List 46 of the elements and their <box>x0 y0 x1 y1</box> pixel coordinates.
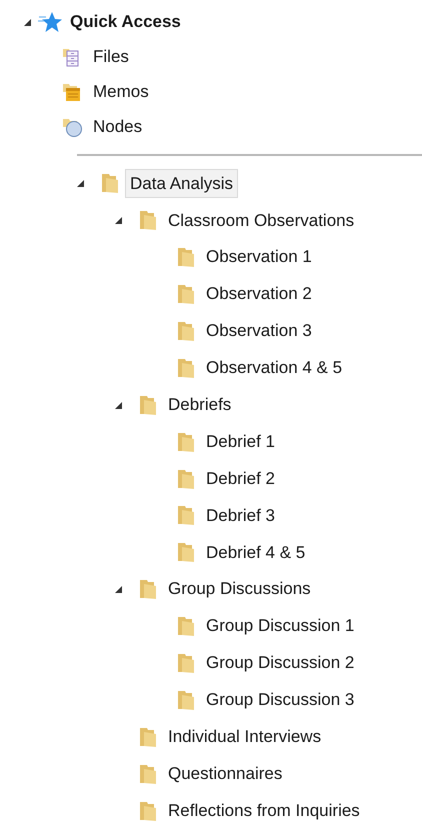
tree-item[interactable]: Classroom Observations <box>163 206 360 236</box>
expand-arrow-icon[interactable] <box>22 16 32 26</box>
folder-icon <box>139 726 157 748</box>
section-title[interactable]: Quick Access <box>70 8 181 34</box>
folder-icon <box>177 541 195 564</box>
folder-icon <box>101 172 119 194</box>
folder-icon <box>177 615 195 638</box>
folder-icon <box>177 283 195 306</box>
folder-icon <box>139 209 157 232</box>
star-icon <box>38 10 62 34</box>
tree-item[interactable]: Group Discussion 3 <box>201 685 360 715</box>
tree-item[interactable]: Debrief 1 <box>201 426 280 456</box>
folder-icon <box>177 468 195 490</box>
tree-item[interactable]: Reflections from Inquiries <box>163 796 365 826</box>
tree-item[interactable]: Individual Interviews <box>163 722 326 752</box>
tree-item[interactable]: Group Discussions <box>163 574 316 604</box>
folder-icon <box>177 504 195 526</box>
expand-arrow-icon[interactable] <box>113 400 123 410</box>
tree-item[interactable]: Debrief 2 <box>201 464 280 494</box>
tree-item[interactable]: Nodes <box>88 112 148 142</box>
tree-item[interactable]: Observation 3 <box>201 316 317 346</box>
folder-icon <box>177 652 195 674</box>
tree-item[interactable]: Group Discussion 1 <box>201 611 360 641</box>
tree-item[interactable]: Questionnaires <box>163 758 288 788</box>
expand-arrow-icon[interactable] <box>113 215 123 226</box>
folder-icon <box>139 394 157 416</box>
folder-icon <box>139 578 157 600</box>
tree-item[interactable]: Observation 4 & 5 <box>201 353 348 383</box>
tree-item[interactable]: Debriefs <box>163 390 236 420</box>
tree-item[interactable]: Debrief 3 <box>201 500 280 530</box>
tree-item[interactable]: Files <box>88 42 134 72</box>
folder-icon <box>177 246 195 268</box>
tree-item[interactable]: Group Discussion 2 <box>201 648 360 678</box>
expand-arrow-icon[interactable] <box>75 178 85 188</box>
folder-icon <box>177 430 195 453</box>
tree-item[interactable]: Memos <box>88 76 154 106</box>
folder-icon <box>177 356 195 379</box>
expand-arrow-icon[interactable] <box>113 584 123 594</box>
tree-item[interactable]: Data Analysis <box>125 168 238 198</box>
tree-item[interactable]: Observation 2 <box>201 279 317 309</box>
tree-item[interactable]: Debrief 4 & 5 <box>201 538 310 568</box>
folder-icon <box>177 688 195 711</box>
folder-icon <box>139 800 157 822</box>
folder-icon <box>139 762 157 785</box>
folder-icon <box>177 320 195 342</box>
tree-item[interactable]: Observation 1 <box>201 242 317 272</box>
